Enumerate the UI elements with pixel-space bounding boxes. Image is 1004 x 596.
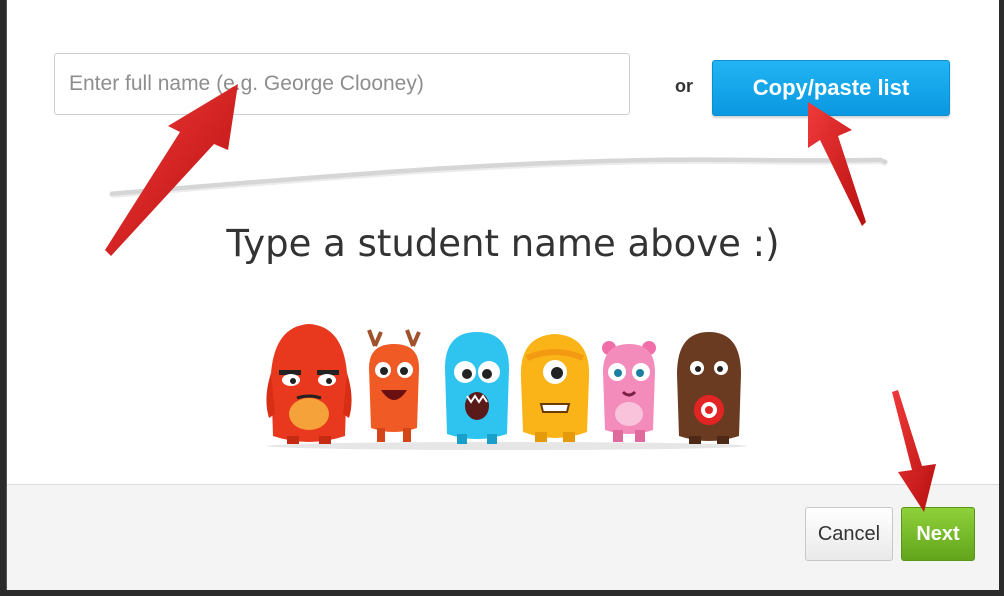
empty-state-hint: Type a student name above :) (226, 222, 780, 265)
add-students-dialog: or Copy/paste list Type a student name a… (6, 0, 999, 590)
monsters-illustration (266, 324, 747, 450)
pink-monster-icon (602, 341, 656, 442)
cyan-monster-icon (445, 332, 509, 444)
wavy-divider (109, 157, 888, 198)
orange-monster-icon (367, 329, 421, 442)
next-button[interactable]: Next (901, 507, 975, 561)
cancel-button[interactable]: Cancel (805, 507, 893, 561)
dialog-footer: Cancel Next (7, 484, 999, 590)
yellow-monster-icon (520, 334, 590, 442)
brown-monster-icon (677, 332, 741, 444)
red-monster-icon (266, 324, 352, 444)
